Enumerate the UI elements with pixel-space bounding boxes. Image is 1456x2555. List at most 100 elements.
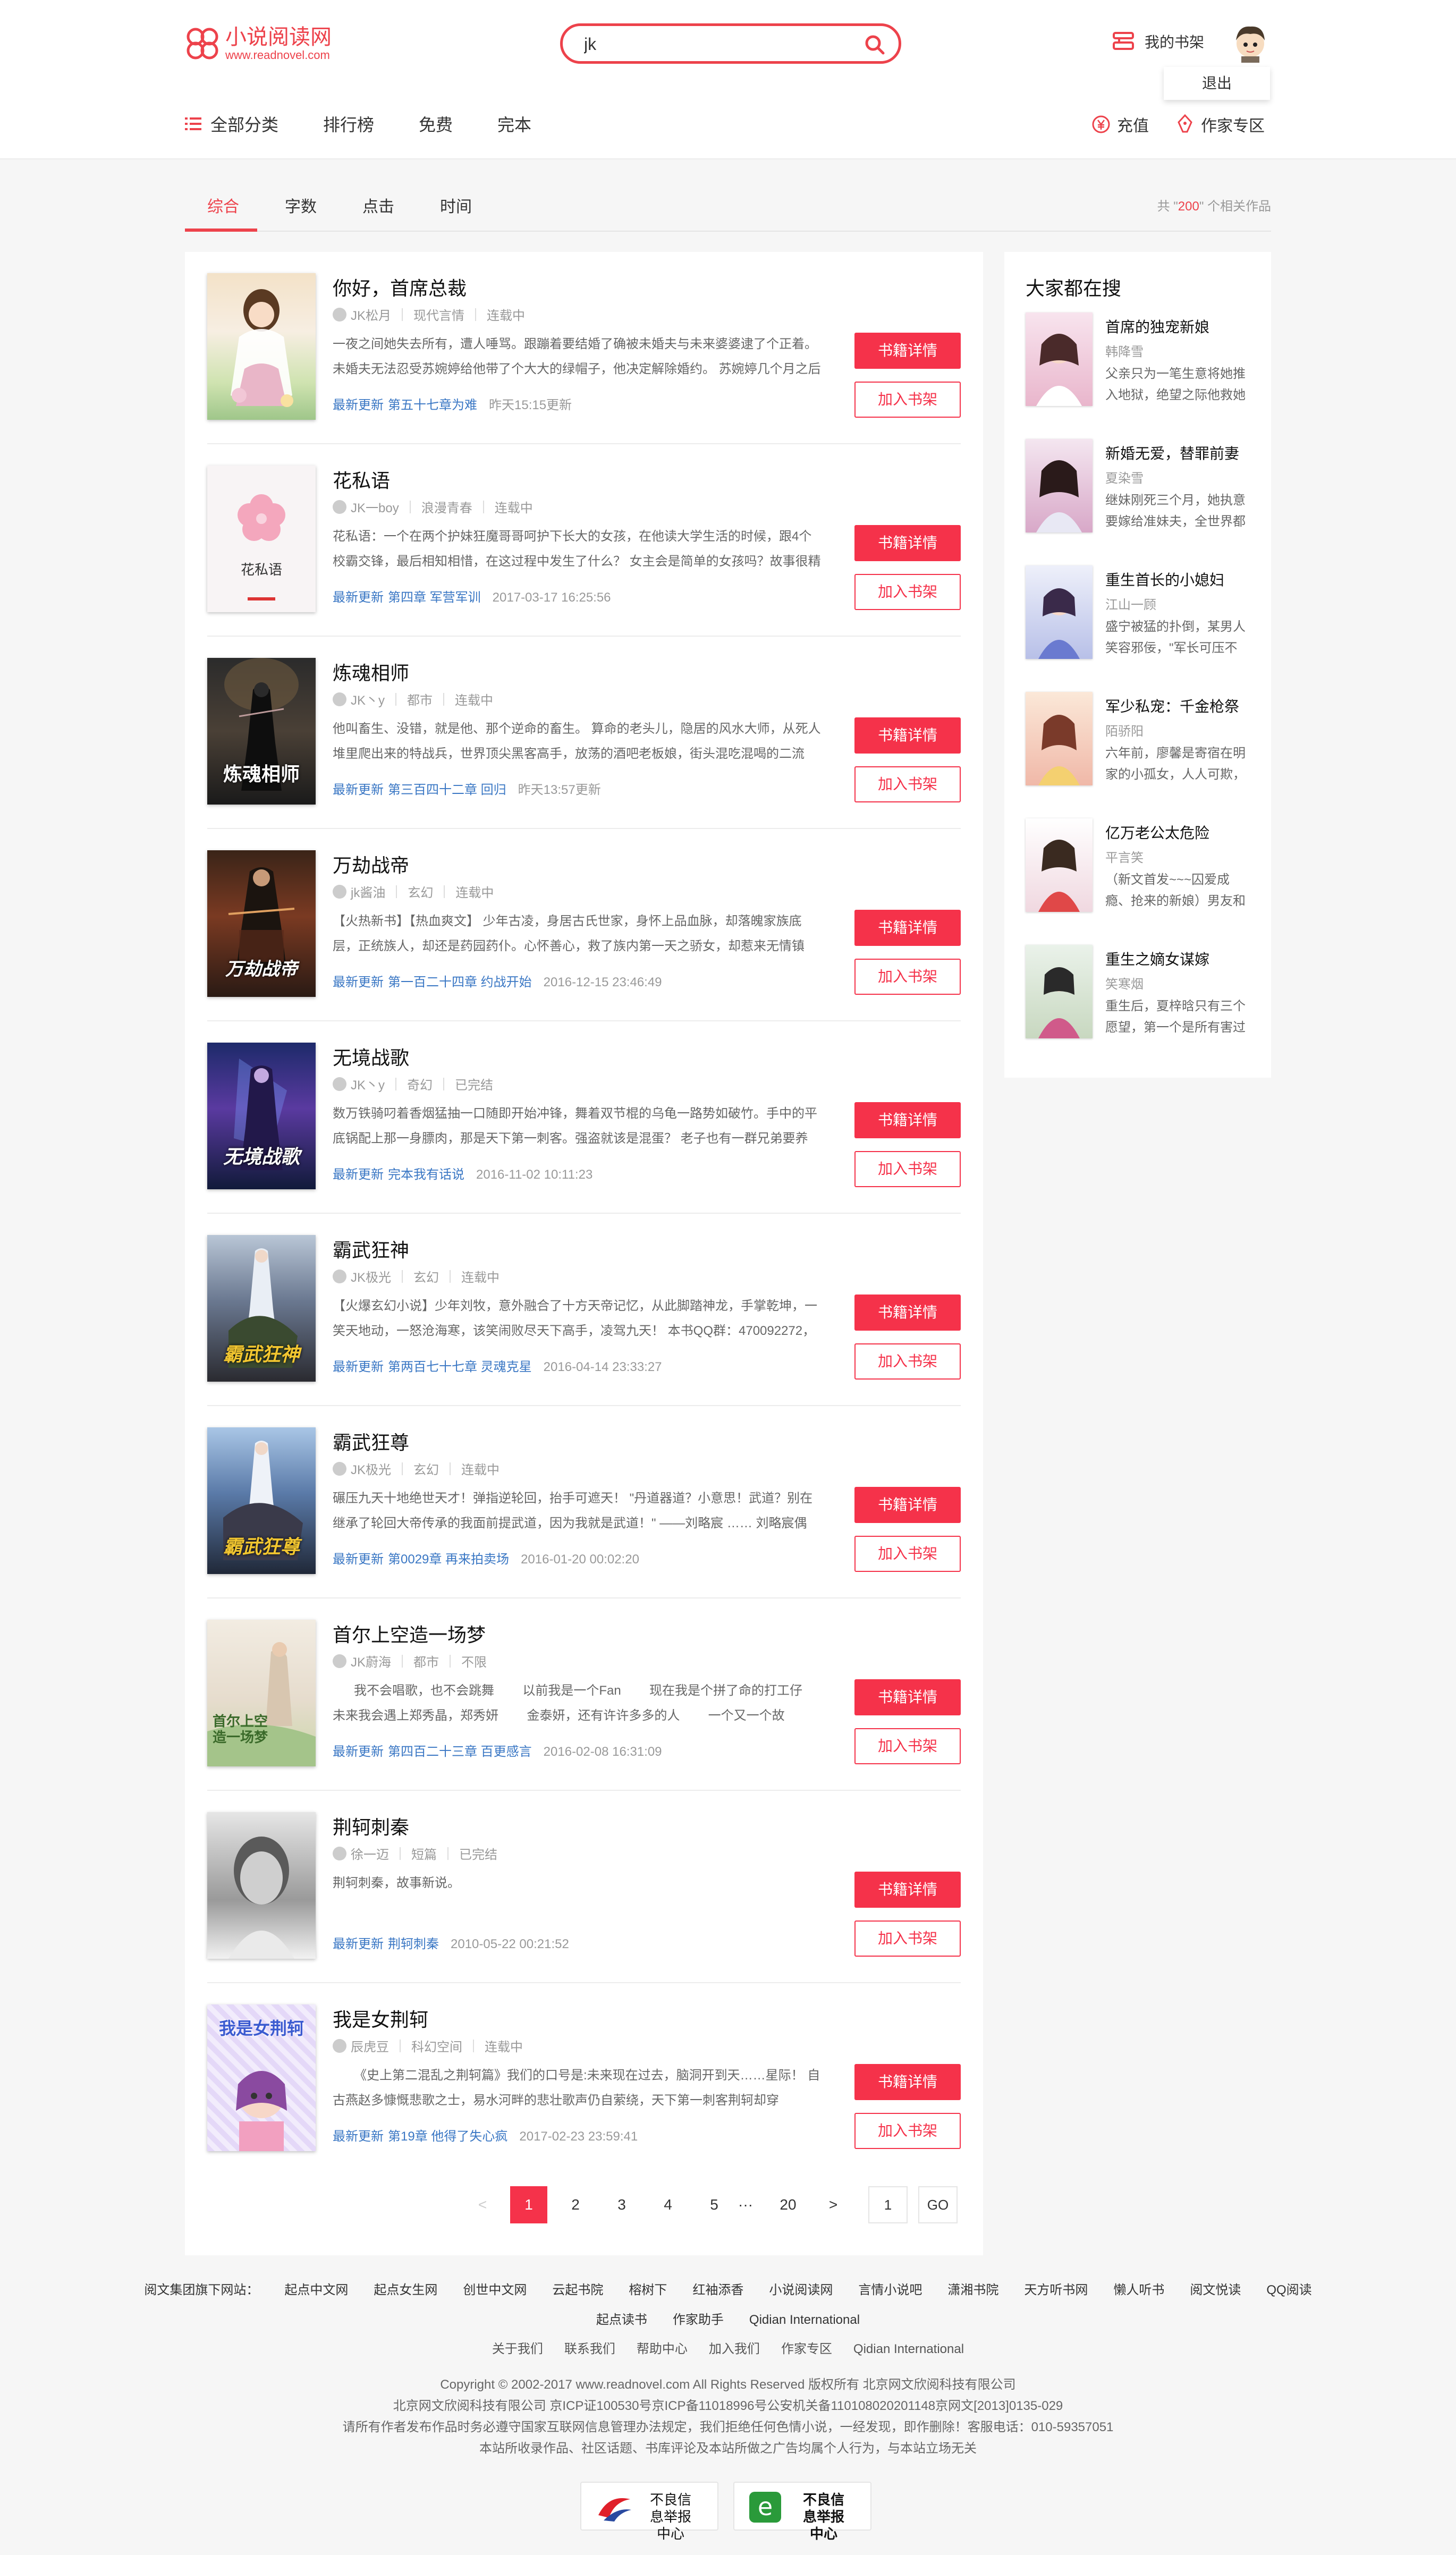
book-cover[interactable]: 首尔上空造一场梦	[207, 1620, 316, 1766]
add-to-shelf-button[interactable]: 加入书架	[854, 574, 961, 610]
book-category[interactable]: 浪漫青春	[421, 497, 472, 516]
sidebar-book-item[interactable]: 亿万老公太危险 平言笑 （新文首发~~~囚爱成瘾、抢来的新娘）男友和	[1026, 818, 1254, 912]
footer-site-link[interactable]: 作家助手	[673, 2313, 724, 2327]
book-title[interactable]: 霸武狂神	[333, 1235, 409, 1263]
report-center-badge-2[interactable]: e 不良信息举报中心	[733, 2482, 871, 2542]
latest-chapter-link[interactable]: 第三百四十二章 回归	[388, 783, 506, 797]
page-1[interactable]: 1	[510, 2186, 547, 2223]
add-to-shelf-button[interactable]: 加入书架	[854, 1343, 961, 1380]
nav-finished[interactable]: 完本	[497, 112, 531, 136]
footer-site-link[interactable]: 言情小说吧	[858, 2283, 922, 2297]
book-detail-button[interactable]: 书籍详情	[854, 1872, 961, 1908]
latest-chapter-link[interactable]: 完本我有话说	[388, 1167, 464, 1182]
sidebar-book-item[interactable]: 重生之嫡女谋嫁 笑寒烟 重生后，夏梓晗只有三个愿望，第一个是所有害过	[1026, 945, 1254, 1038]
footer-site-link[interactable]: 起点女生网	[374, 2283, 437, 2297]
nav-all-categories[interactable]: 全部分类	[185, 112, 278, 136]
sidebar-book-item[interactable]: 军少私宠：千金枪祭 陌骄阳 六年前，廖馨是寄宿在明家的小孤女，人人可欺，	[1026, 692, 1254, 785]
footer-site-link[interactable]: 阅文悦读	[1190, 2283, 1241, 2297]
footer-link[interactable]: 联系我们	[564, 2342, 615, 2356]
book-detail-button[interactable]: 书籍详情	[854, 525, 961, 561]
book-author[interactable]: JK极光	[351, 1267, 391, 1285]
book-detail-button[interactable]: 书籍详情	[854, 1102, 961, 1138]
add-to-shelf-button[interactable]: 加入书架	[854, 1536, 961, 1572]
book-category[interactable]: 科幻空间	[411, 2036, 462, 2055]
book-detail-button[interactable]: 书籍详情	[854, 333, 961, 369]
book-category[interactable]: 都市	[407, 690, 433, 708]
footer-site-link[interactable]: 小说阅读网	[769, 2283, 833, 2297]
latest-chapter-link[interactable]: 第0029章 再来拍卖场	[388, 1552, 509, 1567]
book-category[interactable]: 玄幻	[413, 1459, 439, 1478]
book-detail-button[interactable]: 书籍详情	[854, 910, 961, 946]
add-to-shelf-button[interactable]: 加入书架	[854, 1151, 961, 1187]
sidebar-book-cover[interactable]	[1026, 945, 1093, 1038]
footer-link[interactable]: 关于我们	[492, 2342, 543, 2356]
book-cover[interactable]	[207, 1812, 316, 1959]
book-author[interactable]: JK蔚海	[351, 1652, 391, 1670]
tab-time[interactable]: 时间	[440, 193, 472, 217]
report-center-badge[interactable]: 不良信息举报中心	[580, 2482, 718, 2542]
page-jump-input[interactable]: 1	[868, 2186, 908, 2223]
footer-site-link[interactable]: 潇湘书院	[947, 2283, 998, 2297]
book-title[interactable]: 炼魂相师	[333, 658, 409, 686]
book-author[interactable]: JK丶y	[351, 690, 385, 708]
book-category[interactable]: 都市	[413, 1652, 439, 1670]
sidebar-book-title[interactable]: 军少私宠：千金枪祭	[1105, 695, 1239, 716]
book-author[interactable]: JK松月	[351, 305, 391, 324]
nav-free[interactable]: 免费	[419, 112, 453, 136]
add-to-shelf-button[interactable]: 加入书架	[854, 959, 961, 995]
tab-overall[interactable]: 综合	[207, 193, 239, 217]
book-cover[interactable]: 霸武狂神	[207, 1235, 316, 1382]
sidebar-book-cover[interactable]	[1026, 565, 1093, 659]
footer-site-link[interactable]: 起点读书	[596, 2313, 647, 2327]
page-3[interactable]: 3	[603, 2186, 640, 2223]
book-cover[interactable]: 我是女荆轲	[207, 2004, 316, 2151]
book-author[interactable]: JK一boy	[351, 497, 399, 516]
sidebar-book-item[interactable]: 新婚无爱，替罪前妻 夏染雪 继妹刚死三个月，她执意要嫁给准妹夫，全世界都	[1026, 439, 1254, 532]
tab-word-count[interactable]: 字数	[285, 193, 317, 217]
latest-chapter-link[interactable]: 第两百七十七章 灵魂克星	[388, 1360, 532, 1374]
book-author[interactable]: 辰虎豆	[351, 2036, 389, 2055]
book-title[interactable]: 花私语	[333, 466, 390, 493]
footer-site-link[interactable]: 创世中文网	[463, 2283, 527, 2297]
add-to-shelf-button[interactable]: 加入书架	[854, 382, 961, 418]
user-avatar[interactable]	[1232, 22, 1269, 63]
logout-button[interactable]: 退出	[1164, 67, 1270, 100]
book-detail-button[interactable]: 书籍详情	[854, 2064, 961, 2100]
recharge-link[interactable]: 充值	[1091, 113, 1149, 136]
sidebar-book-title[interactable]: 重生之嫡女谋嫁	[1105, 948, 1209, 969]
add-to-shelf-button[interactable]: 加入书架	[854, 1921, 961, 1957]
footer-link[interactable]: 帮助中心	[637, 2342, 688, 2356]
book-detail-button[interactable]: 书籍详情	[854, 717, 961, 754]
book-detail-button[interactable]: 书籍详情	[854, 1487, 961, 1523]
footer-site-link[interactable]: 懒人听书	[1113, 2283, 1164, 2297]
book-title[interactable]: 荆轲刺秦	[333, 1812, 409, 1840]
my-bookshelf-link[interactable]: 我的书架	[1112, 30, 1204, 53]
footer-site-link[interactable]: 云起书院	[552, 2283, 603, 2297]
book-category[interactable]: 短篇	[411, 1844, 437, 1863]
author-zone-link[interactable]: 作家专区	[1175, 113, 1265, 136]
page-4[interactable]: 4	[649, 2186, 687, 2223]
book-cover[interactable]: 霸武狂尊	[207, 1427, 316, 1574]
latest-chapter-link[interactable]: 第四章 军营军训	[388, 590, 481, 605]
sidebar-book-cover[interactable]	[1026, 818, 1093, 912]
search-icon[interactable]	[864, 33, 886, 56]
book-cover[interactable]: 无境战歌	[207, 1043, 316, 1189]
latest-chapter-link[interactable]: 荆轲刺秦	[388, 1937, 439, 1951]
book-author[interactable]: JK极光	[351, 1459, 391, 1478]
add-to-shelf-button[interactable]: 加入书架	[854, 766, 961, 802]
tab-clicks[interactable]: 点击	[362, 193, 394, 217]
footer-site-link[interactable]: Qidian International	[749, 2313, 860, 2327]
footer-site-link[interactable]: 起点中文网	[284, 2283, 348, 2297]
book-category[interactable]: 现代言情	[413, 305, 464, 324]
sidebar-book-title[interactable]: 亿万老公太危险	[1105, 822, 1209, 843]
book-cover[interactable]	[207, 273, 316, 420]
add-to-shelf-button[interactable]: 加入书架	[854, 2113, 961, 2149]
add-to-shelf-button[interactable]: 加入书架	[854, 1728, 961, 1764]
footer-site-link[interactable]: 榕树下	[629, 2283, 667, 2297]
next-page-button[interactable]: >	[817, 2186, 849, 2223]
book-cover[interactable]: 炼魂相师	[207, 658, 316, 805]
sidebar-book-cover[interactable]	[1026, 312, 1093, 406]
sidebar-book-item[interactable]: 重生首长的小媳妇 江山一顾 盛宁被猛的扑倒，某男人笑容邪佞，"军长可压不	[1026, 565, 1254, 659]
footer-link[interactable]: Qidian International	[853, 2342, 964, 2356]
book-category[interactable]: 玄幻	[413, 1267, 439, 1285]
